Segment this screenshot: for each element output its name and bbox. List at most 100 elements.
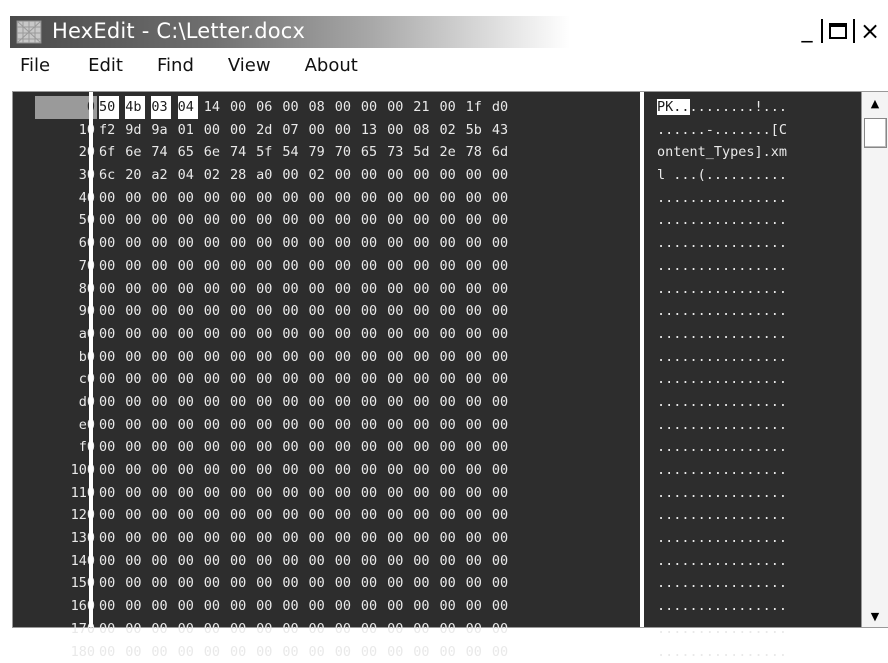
hex-byte[interactable]: 00 — [439, 572, 459, 595]
hex-byte[interactable]: 00 — [361, 368, 381, 391]
hex-byte[interactable]: 00 — [125, 641, 145, 663]
hex-byte[interactable]: 00 — [492, 482, 512, 505]
hex-byte[interactable]: 00 — [413, 368, 433, 391]
hex-byte[interactable]: 00 — [439, 323, 459, 346]
hex-byte[interactable]: 00 — [230, 504, 250, 527]
menu-about[interactable]: About — [295, 55, 368, 81]
hex-byte[interactable]: 00 — [125, 278, 145, 301]
hex-byte[interactable]: 00 — [361, 300, 381, 323]
hex-byte[interactable]: 00 — [309, 119, 329, 142]
hex-byte[interactable]: 6e — [204, 141, 224, 164]
hex-byte[interactable]: 00 — [361, 323, 381, 346]
hex-byte[interactable]: 00 — [492, 595, 512, 618]
hex-byte[interactable]: 00 — [230, 119, 250, 142]
hex-byte[interactable]: 00 — [151, 187, 171, 210]
hex-byte[interactable]: 00 — [230, 436, 250, 459]
hex-byte[interactable]: 00 — [256, 368, 276, 391]
hex-byte[interactable]: 00 — [439, 459, 459, 482]
ascii-row[interactable]: ................ — [657, 550, 847, 573]
hex-byte[interactable]: 9d — [125, 119, 145, 142]
hex-byte[interactable]: 00 — [335, 550, 355, 573]
ascii-row[interactable]: ................ — [657, 459, 847, 482]
hex-byte[interactable]: 00 — [282, 595, 302, 618]
hex-byte[interactable]: 00 — [178, 482, 198, 505]
hex-byte[interactable]: 00 — [439, 368, 459, 391]
hex-byte[interactable]: 00 — [178, 391, 198, 414]
ascii-row[interactable]: ................ — [657, 414, 847, 437]
ascii-row[interactable]: ................ — [657, 209, 847, 232]
hex-byte[interactable]: 2e — [439, 141, 459, 164]
ascii-row[interactable]: ontent_Types].xm — [657, 141, 847, 164]
hex-byte[interactable]: 00 — [361, 550, 381, 573]
hex-byte[interactable]: 00 — [413, 346, 433, 369]
hex-byte[interactable]: 00 — [387, 459, 407, 482]
hex-byte[interactable]: 00 — [335, 187, 355, 210]
menu-view[interactable]: View — [218, 55, 281, 81]
hex-byte[interactable]: 00 — [439, 278, 459, 301]
hex-byte[interactable]: 00 — [387, 300, 407, 323]
hex-byte[interactable]: 00 — [178, 255, 198, 278]
hex-byte[interactable]: 00 — [204, 368, 224, 391]
hex-byte[interactable]: 00 — [178, 527, 198, 550]
hex-byte[interactable]: 00 — [492, 436, 512, 459]
hex-byte[interactable]: 00 — [204, 255, 224, 278]
hex-byte[interactable]: 00 — [466, 346, 486, 369]
hex-byte[interactable]: 00 — [492, 550, 512, 573]
hex-byte[interactable]: 21 — [413, 96, 433, 119]
hex-byte[interactable]: 00 — [335, 436, 355, 459]
hex-byte[interactable]: 00 — [439, 641, 459, 663]
hex-byte[interactable]: 00 — [99, 436, 119, 459]
hex-byte[interactable]: 00 — [282, 391, 302, 414]
hex-byte[interactable]: 00 — [282, 641, 302, 663]
hex-byte[interactable]: 00 — [125, 414, 145, 437]
ascii-row[interactable]: ................ — [657, 300, 847, 323]
close-button[interactable]: × — [858, 18, 882, 44]
hex-byte[interactable]: 00 — [125, 550, 145, 573]
hex-byte[interactable]: 00 — [466, 232, 486, 255]
ascii-row[interactable]: ......-.......[C — [657, 119, 847, 142]
hex-byte[interactable]: 00 — [413, 391, 433, 414]
hex-byte[interactable]: 00 — [151, 572, 171, 595]
hex-byte[interactable]: 00 — [335, 527, 355, 550]
hex-row[interactable]: 00000000000000000000000000000000 — [99, 504, 639, 527]
hex-byte[interactable]: 00 — [282, 232, 302, 255]
hex-byte[interactable]: 00 — [466, 641, 486, 663]
hex-byte[interactable]: 00 — [387, 572, 407, 595]
hex-byte[interactable]: 00 — [387, 96, 407, 119]
hex-byte[interactable]: 00 — [387, 323, 407, 346]
hex-byte[interactable]: 00 — [99, 300, 119, 323]
hex-byte[interactable]: 00 — [413, 641, 433, 663]
hex-byte[interactable]: 00 — [361, 504, 381, 527]
hex-byte[interactable]: 02 — [204, 164, 224, 187]
hex-byte[interactable]: 00 — [178, 300, 198, 323]
hex-byte[interactable]: 79 — [309, 141, 329, 164]
hex-byte[interactable]: 00 — [151, 641, 171, 663]
hex-byte[interactable]: 00 — [439, 595, 459, 618]
hex-row[interactable]: 00000000000000000000000000000000 — [99, 618, 639, 641]
ascii-row[interactable]: ................ — [657, 572, 847, 595]
hex-byte[interactable]: 00 — [466, 209, 486, 232]
hex-byte[interactable]: 00 — [439, 346, 459, 369]
scrollbar-thumb[interactable] — [864, 118, 887, 148]
hex-byte[interactable]: 00 — [492, 187, 512, 210]
hex-byte[interactable]: 00 — [413, 504, 433, 527]
hex-byte[interactable]: 00 — [230, 278, 250, 301]
hex-row[interactable]: 00000000000000000000000000000000 — [99, 482, 639, 505]
hex-byte[interactable]: 00 — [492, 255, 512, 278]
hex-byte[interactable]: 70 — [335, 141, 355, 164]
hex-byte[interactable]: 00 — [125, 232, 145, 255]
hex-byte[interactable]: 00 — [439, 164, 459, 187]
hex-byte[interactable]: 00 — [335, 504, 355, 527]
hex-byte[interactable]: 14 — [204, 96, 224, 119]
hex-byte[interactable]: 00 — [387, 119, 407, 142]
hex-row[interactable]: f29d9a0100002d070000130008025b43 — [99, 119, 639, 142]
hex-byte[interactable]: 00 — [309, 595, 329, 618]
hex-byte[interactable]: 00 — [256, 550, 276, 573]
hex-byte[interactable]: 74 — [151, 141, 171, 164]
hex-byte[interactable]: 00 — [466, 278, 486, 301]
hex-byte[interactable]: 00 — [256, 187, 276, 210]
hex-byte[interactable]: 00 — [230, 550, 250, 573]
hex-byte[interactable]: 28 — [230, 164, 250, 187]
hex-byte[interactable]: 00 — [99, 618, 119, 641]
hex-byte[interactable]: 00 — [151, 346, 171, 369]
